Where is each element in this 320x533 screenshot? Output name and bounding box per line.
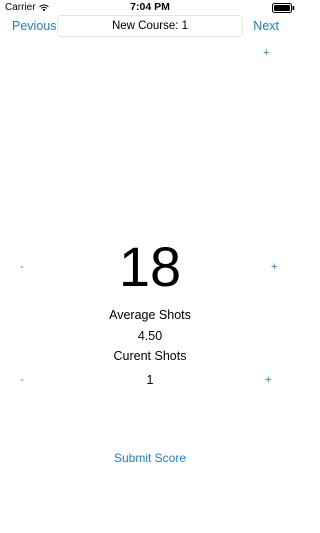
top-plus-button[interactable]: + [263, 47, 269, 59]
battery-icon [272, 3, 295, 13]
next-button[interactable]: Next [253, 18, 279, 34]
par-plus-button[interactable]: + [271, 261, 277, 273]
current-shots-plus-button[interactable]: + [265, 374, 271, 386]
average-shots-value: 4.50 [137, 329, 163, 343]
current-shots-value: 1 [146, 373, 154, 387]
par-number: 18 [118, 235, 182, 298]
status-bar: Carrier 7:04 PM [0, 0, 300, 16]
submit-score-button[interactable]: Submit Score [0, 450, 300, 466]
course-name-field[interactable] [57, 15, 243, 37]
average-shots-label: Average Shots [109, 308, 191, 322]
previous-button[interactable]: Pevious [12, 18, 56, 34]
current-shots-label: Curent Shots [113, 349, 187, 363]
status-time: 7:04 PM [130, 1, 170, 13]
